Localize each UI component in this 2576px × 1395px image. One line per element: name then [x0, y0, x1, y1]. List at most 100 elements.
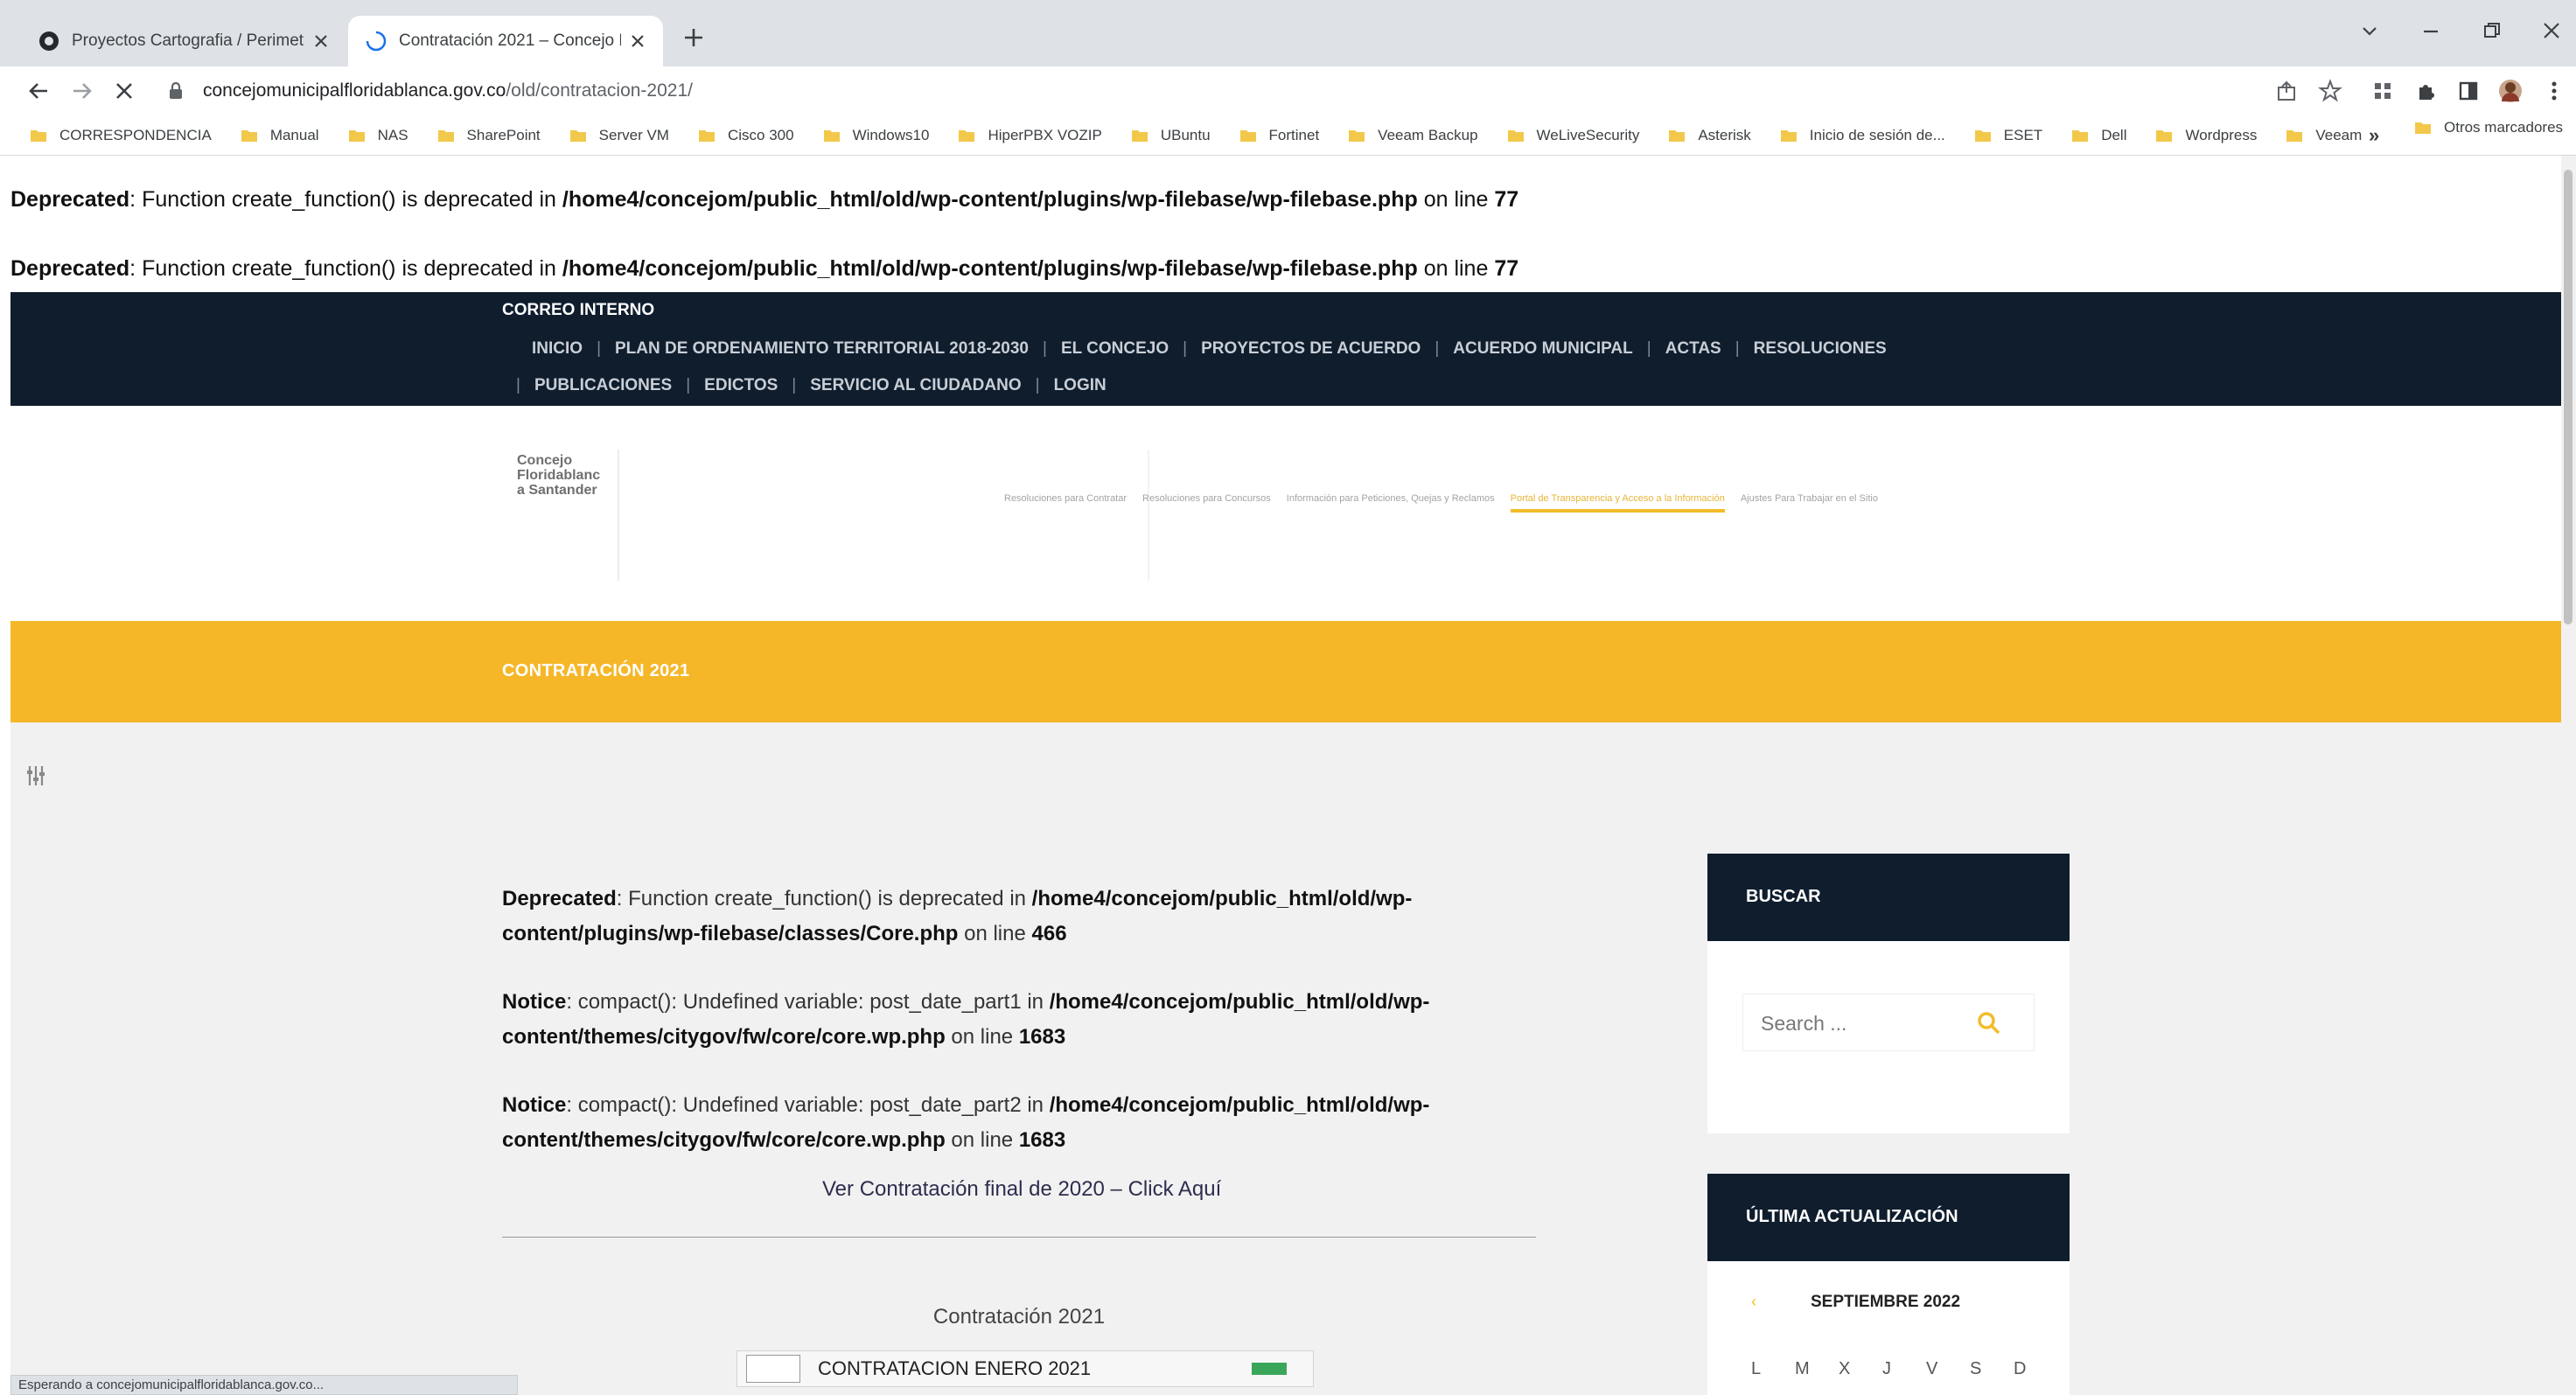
- bookmark-item[interactable]: ESET: [1974, 127, 2042, 144]
- forward-icon[interactable]: [70, 79, 94, 103]
- folder-icon: [698, 129, 715, 142]
- bookmark-item[interactable]: NAS: [348, 127, 408, 144]
- menu-item[interactable]: SERVICIO AL CIUDADANO: [810, 376, 1021, 395]
- puzzle-icon[interactable]: [2414, 79, 2439, 103]
- menu-dots-icon[interactable]: [2542, 79, 2566, 103]
- close-window-icon[interactable]: [2540, 19, 2563, 42]
- bookmark-item[interactable]: Cisco 300: [698, 127, 794, 144]
- tab-contratacion[interactable]: Contratación 2021 – Concejo Mu: [348, 16, 663, 66]
- url-field[interactable]: concejomunicipalfloridablanca.gov.co/old…: [156, 73, 2255, 108]
- folder-icon: [1507, 129, 1524, 142]
- php-notice: Deprecated: Function create_function() i…: [502, 887, 1413, 945]
- lock-icon[interactable]: [168, 82, 184, 100]
- secondary-menu-item[interactable]: Resoluciones para Concursos: [1142, 493, 1271, 513]
- logo-header: Concejo Floridablanc a Santander Resoluc…: [10, 406, 2561, 621]
- close-icon[interactable]: [313, 33, 329, 49]
- menu-item[interactable]: INICIO: [532, 339, 583, 359]
- bookmark-item[interactable]: SharePoint: [437, 127, 541, 144]
- folder-icon: [823, 129, 840, 142]
- restore-icon[interactable]: [2481, 19, 2503, 42]
- url-host: concejomunicipalfloridablanca.gov.co: [203, 80, 506, 101]
- page-title-band: CONTRATACIÓN 2021: [10, 621, 2561, 722]
- other-bookmarks-folder[interactable]: Otros marcadores: [2414, 119, 2563, 136]
- bookmark-item[interactable]: Dell: [2071, 127, 2126, 144]
- sliders-icon[interactable]: [23, 763, 49, 789]
- bookmark-label: Veeam: [2315, 126, 2363, 143]
- close-icon[interactable]: [630, 33, 646, 49]
- folder-icon: [1974, 129, 1991, 142]
- secondary-menu-item[interactable]: Portal de Transparencia y Acceso a la In…: [1510, 493, 1725, 513]
- menu-item[interactable]: EDICTOS: [704, 376, 778, 395]
- tab-proyectos[interactable]: Proyectos Cartografia / Perimetr: [21, 16, 346, 66]
- folder-icon: [1780, 129, 1797, 142]
- widget-title: ÚLTIMA ACTUALIZACIÓN: [1746, 1207, 1958, 1226]
- weekday-label: J: [1882, 1359, 1891, 1378]
- star-icon[interactable]: [2318, 79, 2342, 103]
- page-scrollbar[interactable]: [2561, 156, 2576, 1395]
- search-input[interactable]: [1759, 1008, 1972, 1038]
- bookmark-item[interactable]: Manual: [241, 127, 319, 144]
- correo-interno-link[interactable]: CORREO INTERNO: [502, 301, 654, 320]
- search-widget-header: BUSCAR: [1707, 854, 2070, 941]
- bookmark-item[interactable]: Windows10: [823, 127, 929, 144]
- weekday-label: S: [1970, 1359, 1982, 1378]
- secondary-menu-item[interactable]: Ajustes Para Trabajar en el Sitio: [1741, 493, 1878, 513]
- folder-icon: [1131, 129, 1148, 142]
- bookmark-item[interactable]: Veeam Backup: [1348, 127, 1478, 144]
- contratacion-2020-link[interactable]: Ver Contratación final de 2020 – Click A…: [822, 1177, 1221, 1202]
- bookmark-label: Wordpress: [2185, 126, 2258, 143]
- menu-item[interactable]: ACTAS: [1665, 339, 1721, 359]
- download-icon[interactable]: [1252, 1363, 1287, 1375]
- bookmarks-bar: CORRESPONDENCIA Manual NAS SharePoint Server…: [0, 115, 2576, 156]
- minimize-icon[interactable]: [2419, 19, 2442, 42]
- scrollbar-thumb[interactable]: [2564, 170, 2573, 624]
- main-content: Deprecated: Function create_function() i…: [502, 882, 1552, 1387]
- bookmark-item[interactable]: Server VM: [569, 127, 669, 144]
- search-icon[interactable]: [1976, 1010, 2002, 1036]
- php-notices: Deprecated: Function create_function() i…: [502, 882, 1552, 1158]
- php-notice: Notice: compact(): Undefined variable: p…: [502, 1093, 1430, 1152]
- extension-grid-icon[interactable]: [2370, 79, 2395, 103]
- bookmark-item[interactable]: WeLiveSecurity: [1507, 127, 1639, 144]
- menu-separator: |: [597, 339, 601, 358]
- calendar-weekdays: LMXJVSD: [1751, 1359, 2057, 1379]
- folder-icon: [241, 129, 257, 142]
- menu-separator: |: [1735, 339, 1740, 358]
- folder-icon: [1669, 129, 1686, 142]
- share-icon[interactable]: [2274, 79, 2299, 103]
- status-bubble: Esperando a concejomunicipalfloridablanc…: [10, 1375, 518, 1395]
- file-row[interactable]: CONTRATACION ENERO 2021: [736, 1350, 1314, 1387]
- php-deprecated-warning: Deprecated: Function create_function() i…: [10, 256, 1519, 281]
- bookmark-item[interactable]: Veeam: [2286, 127, 2362, 144]
- menu-item[interactable]: PLAN DE ORDENAMIENTO TERRITORIAL 2018-20…: [615, 339, 1029, 359]
- calendar-prev-button[interactable]: ‹: [1751, 1293, 1756, 1311]
- secondary-menu-item[interactable]: Información para Peticiones, Quejas y Re…: [1287, 493, 1495, 513]
- weekday-label: M: [1795, 1359, 1810, 1378]
- menu-item[interactable]: EL CONCEJO: [1061, 339, 1169, 359]
- bookmark-item[interactable]: Inicio de sesión de...: [1780, 127, 1945, 144]
- menu-item[interactable]: ACUERDO MUNICIPAL: [1453, 339, 1632, 359]
- secondary-menu-item[interactable]: Resoluciones para Contratar: [1004, 493, 1127, 513]
- sidebar-icon[interactable]: [2456, 79, 2481, 103]
- menu-item[interactable]: LOGIN: [1054, 376, 1106, 395]
- menu-item[interactable]: PROYECTOS DE ACUERDO: [1201, 339, 1421, 359]
- menu-item[interactable]: RESOLUCIONES: [1754, 339, 1887, 359]
- avatar[interactable]: [2498, 79, 2523, 103]
- stop-loading-icon[interactable]: [112, 79, 136, 103]
- bookmark-item[interactable]: HiperPBX VOZIP: [958, 127, 1102, 144]
- divider: [1148, 450, 1149, 581]
- bookmark-item[interactable]: Asterisk: [1668, 127, 1751, 144]
- menu-item[interactable]: PUBLICACIONES: [534, 376, 672, 395]
- site-logo[interactable]: Concejo Floridablanc a Santander: [517, 453, 600, 498]
- bookmark-item[interactable]: Wordpress: [2155, 127, 2257, 144]
- back-icon[interactable]: [26, 79, 51, 103]
- bookmark-item[interactable]: Fortinet: [1239, 127, 1319, 144]
- tab-search-icon[interactable]: [2358, 19, 2381, 42]
- bookmark-item[interactable]: CORRESPONDENCIA: [30, 127, 212, 144]
- calendar-widget: ‹ SEPTIEMBRE 2022 L M X J V S D: [1707, 1261, 2070, 1395]
- bookmark-item[interactable]: UBuntu: [1131, 127, 1211, 144]
- new-tab-icon[interactable]: [681, 24, 707, 51]
- tab-title: Proyectos Cartografia / Perimetr: [72, 31, 304, 50]
- bookmarks-overflow-button[interactable]: »: [2369, 124, 2379, 147]
- search-box: [1742, 994, 2035, 1051]
